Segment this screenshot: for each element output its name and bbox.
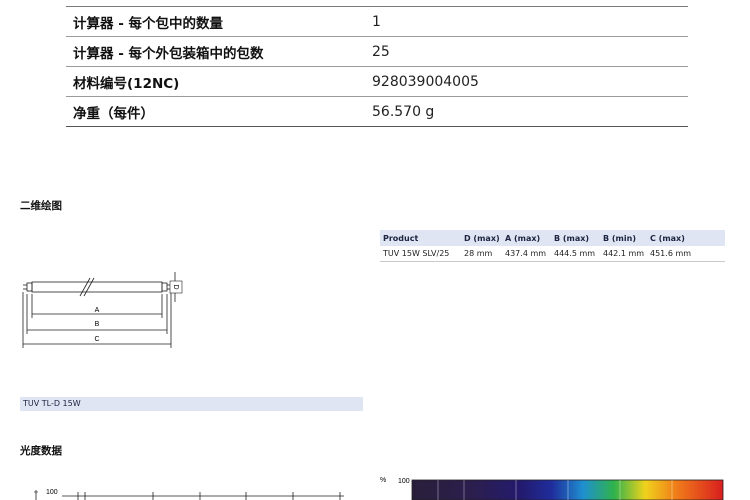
spec-row: 计算器 - 每个包中的数量 1 bbox=[66, 7, 688, 37]
spec-value: 1 bbox=[372, 13, 381, 30]
header-c-max: C (max) bbox=[650, 233, 685, 243]
cell-c-max: 451.6 mm bbox=[650, 249, 692, 258]
header-b-min: B (min) bbox=[603, 233, 636, 243]
cell-product: TUV 15W SLV/25 bbox=[383, 249, 450, 258]
spec-row: 计算器 - 每个外包装箱中的包数 25 bbox=[66, 37, 688, 67]
header-d-max: D (max) bbox=[464, 233, 500, 243]
spec-row: 材料编号(12NC) 928039004005 bbox=[66, 67, 688, 97]
lamp-dimension-drawing: D A B C bbox=[22, 272, 183, 348]
right-axis-unit: % bbox=[380, 477, 386, 484]
spec-label: 计算器 - 每个包中的数量 bbox=[73, 15, 224, 32]
spectrum-band bbox=[411, 479, 724, 500]
light-distribution-chart: 100 bbox=[34, 489, 344, 500]
cell-b-max: 444.5 mm bbox=[554, 249, 596, 258]
dim-label-b: B bbox=[95, 321, 100, 328]
spec-label: 计算器 - 每个外包装箱中的包数 bbox=[73, 45, 264, 62]
spectral-distribution-chart: % 100 bbox=[380, 477, 724, 500]
dim-label-a: A bbox=[95, 307, 100, 314]
cell-a-max: 437.4 mm bbox=[505, 249, 547, 258]
spec-row: 净重（每件） 56.570 g bbox=[66, 97, 688, 127]
dimension-table: Product D (max) A (max) B (max) B (min) … bbox=[380, 230, 725, 262]
dim-label-c: C bbox=[94, 336, 99, 343]
spec-label: 材料编号(12NC) bbox=[73, 75, 180, 92]
dimension-table-header: Product D (max) A (max) B (max) B (min) … bbox=[380, 230, 725, 246]
section-title-photometric: 光度数据 bbox=[20, 445, 62, 457]
drawing-caption: TUV TL-D 15W bbox=[20, 397, 363, 411]
header-a-max: A (max) bbox=[505, 233, 541, 243]
spec-table: 计算器 - 每个包中的数量 1 计算器 - 每个外包装箱中的包数 25 材料编号… bbox=[66, 6, 688, 127]
spec-value: 928039004005 bbox=[372, 73, 479, 90]
spec-value: 25 bbox=[372, 43, 390, 60]
section-title-drawing: 二维绘图 bbox=[20, 200, 62, 212]
spec-value: 56.570 g bbox=[372, 103, 435, 120]
spec-label: 净重（每件） bbox=[73, 105, 154, 122]
left-axis-top-label: 100 bbox=[46, 489, 58, 496]
right-axis-top-label: 100 bbox=[398, 478, 410, 485]
header-b-max: B (max) bbox=[554, 233, 590, 243]
header-product: Product bbox=[383, 233, 419, 243]
cell-d-max: 28 mm bbox=[464, 249, 493, 258]
table-row: TUV 15W SLV/25 28 mm 437.4 mm 444.5 mm 4… bbox=[380, 246, 725, 262]
dim-label-d: D bbox=[172, 284, 179, 289]
cell-b-min: 442.1 mm bbox=[603, 249, 645, 258]
